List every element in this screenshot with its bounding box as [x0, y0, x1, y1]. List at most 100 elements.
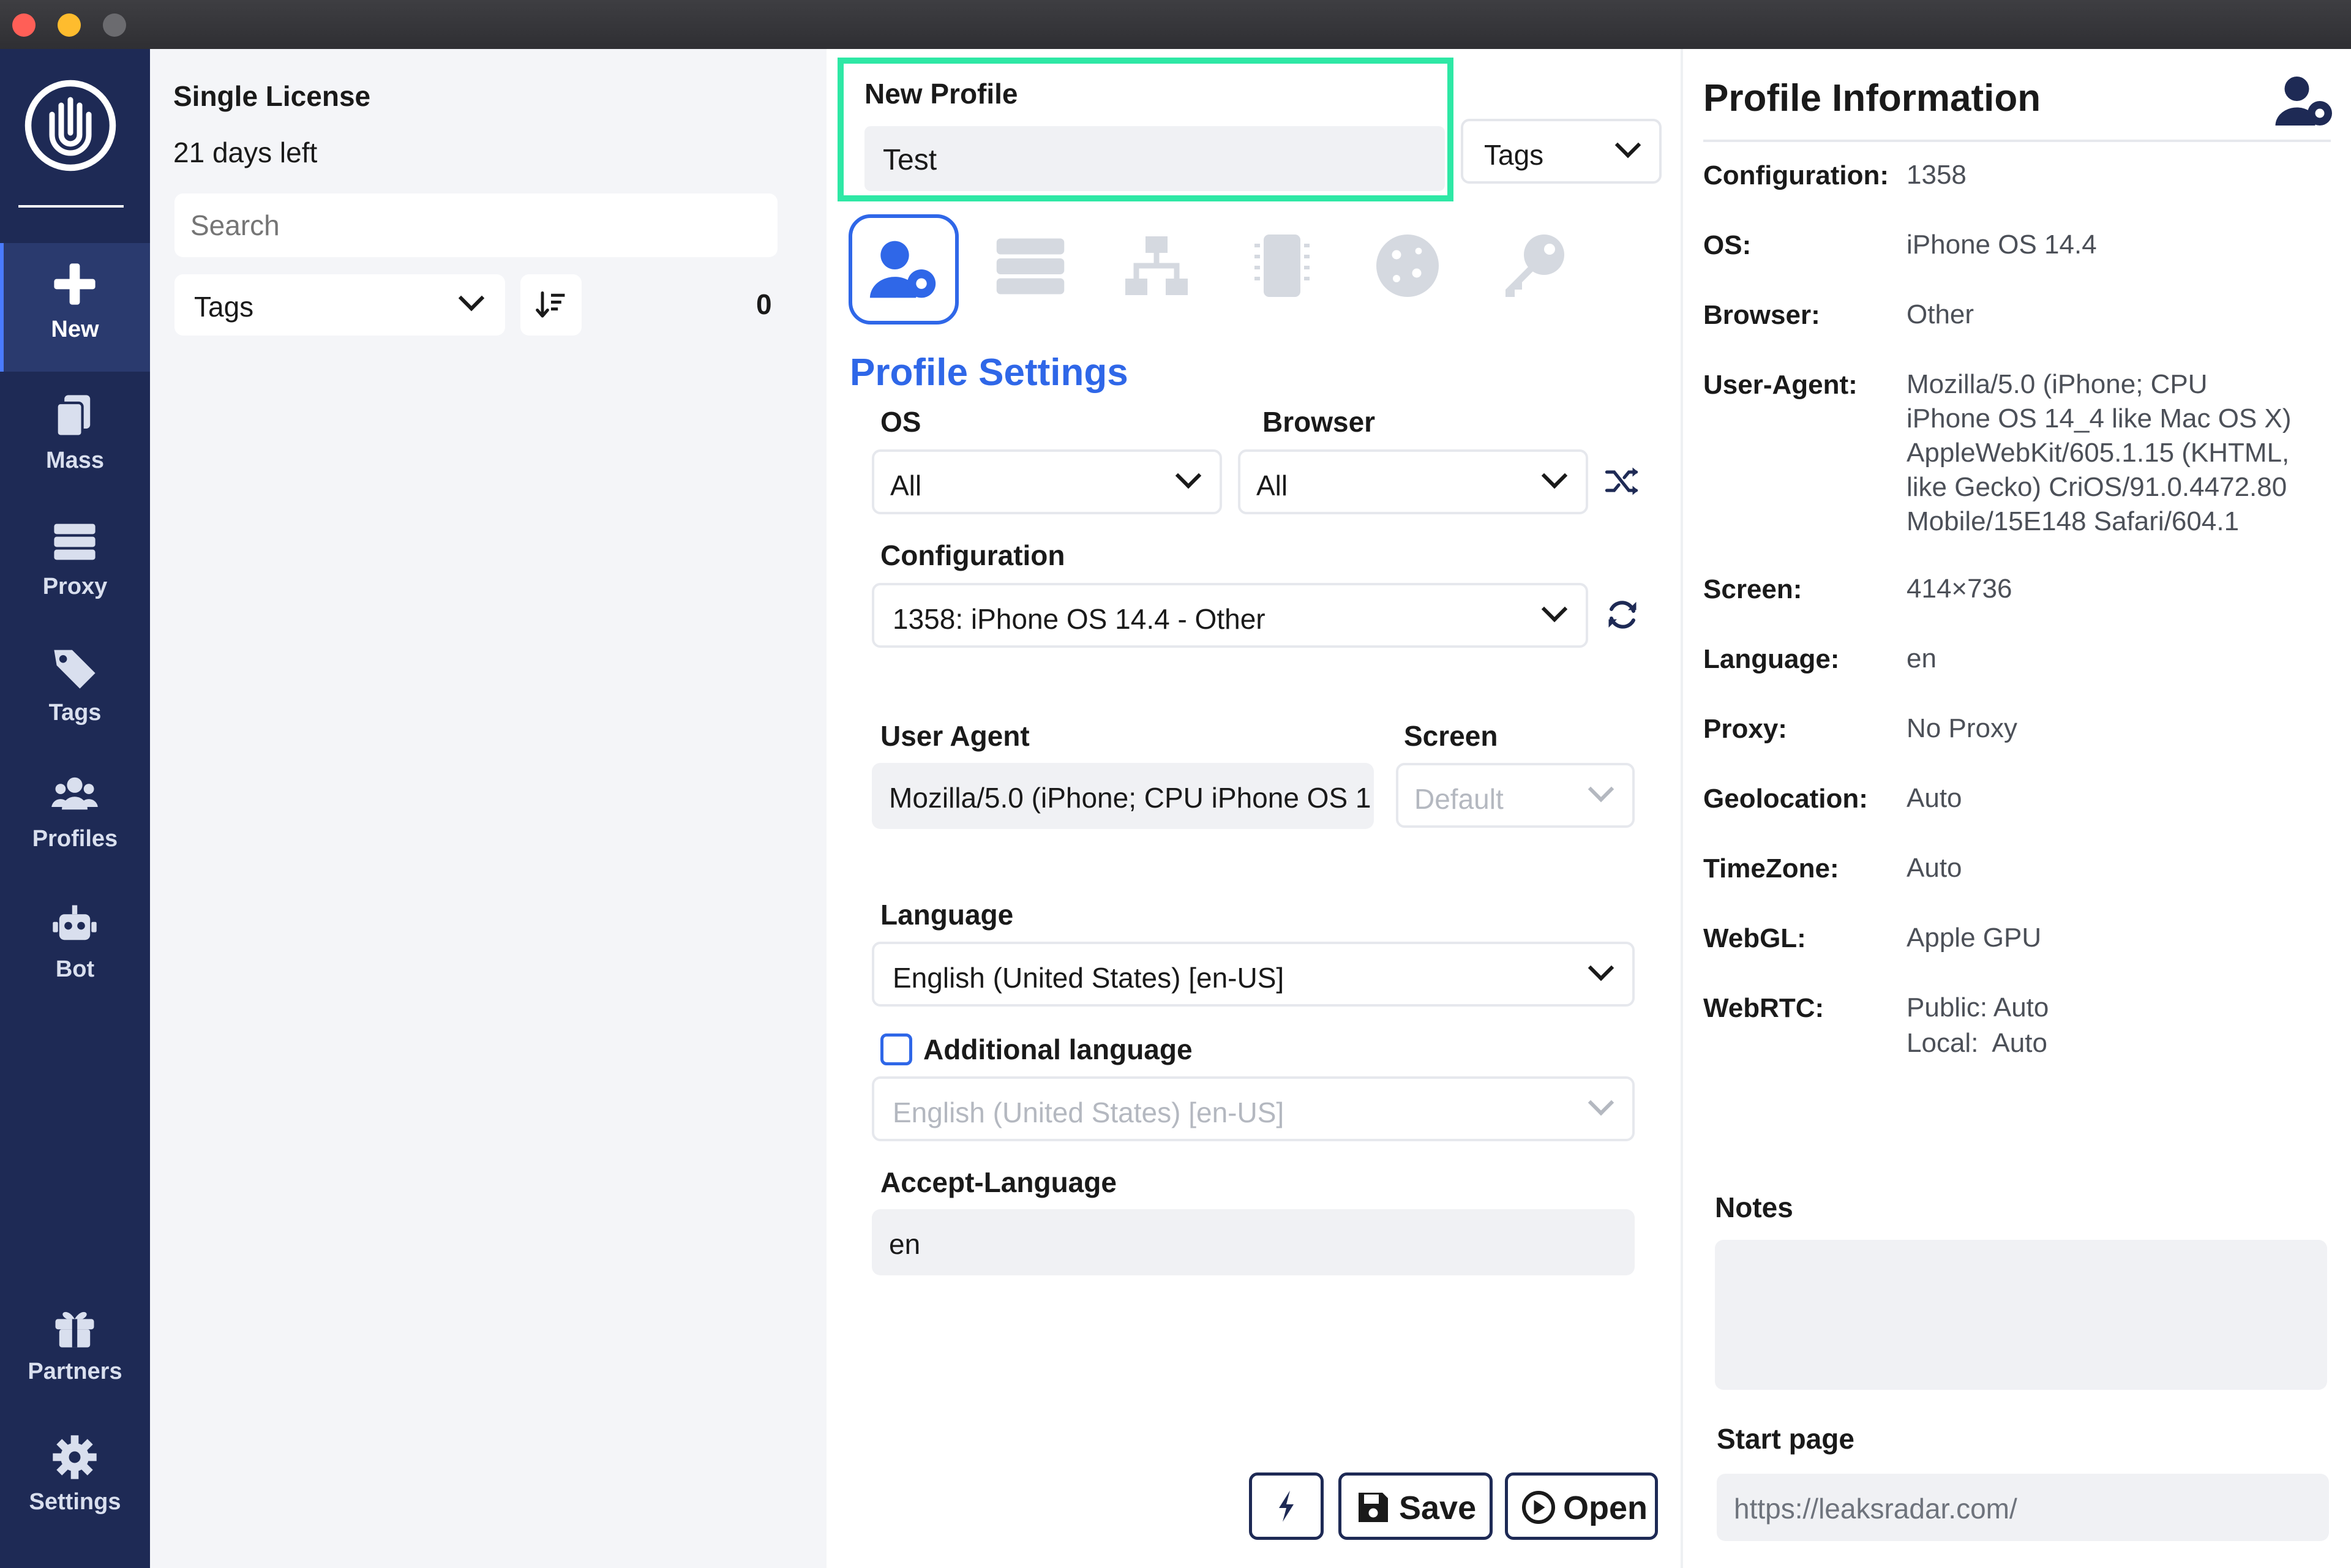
server-icon [996, 238, 1065, 294]
chevron-down-icon [1614, 132, 1641, 159]
sort-button[interactable] [520, 274, 582, 336]
users-icon [51, 777, 98, 810]
additional-language-label: Additional language [923, 1033, 1193, 1065]
license-days-left: 21 days left [173, 137, 318, 168]
tab-proxy[interactable] [978, 214, 1089, 324]
start-page-input[interactable]: https://leaksradar.com/ [1717, 1474, 2329, 1541]
key-icon [1505, 234, 1564, 297]
additional-language-checkbox[interactable] [880, 1033, 912, 1065]
chevron-down-icon [1588, 955, 1614, 981]
user-gear-icon [869, 241, 936, 298]
server-icon [54, 523, 96, 560]
configuration-select[interactable]: 1358: iPhone OS 14.4 - Other [872, 583, 1588, 648]
plus-icon [54, 263, 96, 305]
info-key-geolocation: Geolocation: [1703, 784, 1868, 814]
profile-count: 0 [756, 288, 772, 320]
info-key-timezone: TimeZone: [1703, 853, 1839, 883]
tags-filter-select[interactable]: Tags [174, 274, 505, 336]
zoom-window-button[interactable] [103, 13, 126, 37]
language-select[interactable]: English (United States) [en-US] [872, 942, 1635, 1007]
tab-cookies[interactable] [1356, 214, 1466, 324]
tab-passwords[interactable] [1482, 214, 1592, 324]
info-value-os: iPhone OS 14.4 [1907, 230, 2097, 260]
sidebar-item-profiles[interactable]: Profiles [0, 750, 150, 879]
os-select[interactable]: All [872, 449, 1222, 514]
chevron-down-icon [1588, 776, 1614, 803]
configuration-label: Configuration [880, 539, 1065, 571]
info-key-os: OS: [1703, 230, 1752, 260]
shuffle-icon[interactable] [1604, 463, 1641, 500]
sidebar-item-label: Profiles [32, 826, 118, 852]
notes-textarea[interactable] [1715, 1240, 2327, 1390]
open-button[interactable]: Open [1505, 1472, 1658, 1540]
sidebar-item-label: Settings [29, 1489, 121, 1515]
chip-icon [1254, 234, 1310, 297]
os-label: OS [880, 406, 921, 438]
info-key-browser: Browser: [1703, 300, 1820, 330]
sidebar-item-label: Mass [45, 448, 105, 473]
user-gear-icon[interactable] [2271, 70, 2338, 132]
sidebar-item-settings[interactable]: Settings [0, 1413, 150, 1542]
sidebar-item-proxy[interactable]: Proxy [0, 498, 150, 626]
sidebar: New Mass Proxy Tags Profiles Bot Partner… [0, 49, 150, 1568]
sidebar-item-new[interactable]: New [0, 243, 150, 372]
gift-icon [55, 1311, 94, 1348]
open-button-label: Open [1563, 1490, 1648, 1526]
chevron-down-icon [1588, 1089, 1614, 1116]
sidebar-item-tags[interactable]: Tags [0, 624, 150, 752]
screen-select[interactable]: Default [1396, 763, 1635, 828]
chevron-down-icon [1175, 462, 1202, 489]
browser-select-value: All [1256, 470, 1288, 501]
sidebar-item-mass[interactable]: Mass [0, 372, 150, 500]
info-value-webrtc-public: Public: Auto [1907, 992, 2049, 1022]
sort-icon [536, 291, 565, 318]
tab-network[interactable] [1105, 214, 1215, 324]
profile-tags-select[interactable]: Tags [1461, 119, 1662, 184]
info-key-language: Language: [1703, 644, 1840, 674]
screen-select-placeholder: Default [1414, 783, 1504, 815]
minimize-window-button[interactable] [58, 13, 81, 37]
floppy-disk-icon [1359, 1493, 1388, 1522]
chevron-down-icon [1541, 596, 1568, 623]
sidebar-item-label: Proxy [42, 574, 108, 599]
info-key-proxy: Proxy: [1703, 714, 1787, 744]
info-value-webrtc-local: Local: Auto [1907, 1028, 2047, 1058]
info-value-user-agent-line-1: Mozilla/5.0 (iPhone; CPU [1907, 369, 2208, 399]
accept-language-input[interactable]: en [872, 1209, 1635, 1275]
info-key-configuration: Configuration: [1703, 160, 1889, 190]
info-value-user-agent-line-5: Mobile/15E148 Safari/604.1 [1907, 506, 2240, 536]
profile-name-input[interactable]: Test [864, 126, 1445, 191]
start-page-label: Start page [1717, 1423, 1854, 1455]
save-button[interactable]: Save [1338, 1472, 1493, 1540]
additional-language-select[interactable]: English (United States) [en-US] [872, 1076, 1635, 1141]
info-value-proxy: No Proxy [1907, 713, 2017, 743]
info-value-geolocation: Auto [1907, 783, 1962, 813]
tab-profile-settings[interactable] [849, 214, 959, 324]
sidebar-item-label: Partners [28, 1359, 122, 1384]
lightning-icon [1279, 1490, 1294, 1522]
copy-icon [55, 395, 91, 438]
info-value-screen: 414×736 [1907, 574, 2012, 604]
os-select-value: All [890, 470, 922, 501]
quick-launch-button[interactable] [1249, 1472, 1324, 1540]
configuration-select-value: 1358: iPhone OS 14.4 - Other [893, 603, 1265, 635]
sidebar-item-label: Bot [55, 956, 95, 982]
user-agent-label: User Agent [880, 720, 1030, 752]
sidebar-item-bot[interactable]: Bot [0, 880, 150, 1009]
screen-label: Screen [1404, 720, 1498, 752]
accept-language-label: Accept-Language [880, 1166, 1117, 1198]
tab-hardware[interactable] [1231, 214, 1341, 324]
robot-icon [53, 905, 97, 940]
close-window-button[interactable] [12, 13, 36, 37]
sidebar-item-partners[interactable]: Partners [0, 1283, 150, 1411]
gear-icon [53, 1435, 97, 1479]
license-title: Single License [173, 80, 371, 112]
search-input[interactable] [174, 193, 778, 257]
refresh-icon[interactable] [1604, 596, 1641, 633]
tags-filter-label: Tags [194, 291, 254, 323]
profile-editor: New Profile Test Tags Profile Settings O… [827, 49, 1681, 1568]
info-key-webrtc: WebRTC: [1703, 993, 1824, 1023]
browser-select[interactable]: All [1238, 449, 1588, 514]
profile-tags-label: Tags [1484, 139, 1544, 171]
user-agent-input[interactable]: Mozilla/5.0 (iPhone; CPU iPhone OS 1 [872, 763, 1374, 829]
